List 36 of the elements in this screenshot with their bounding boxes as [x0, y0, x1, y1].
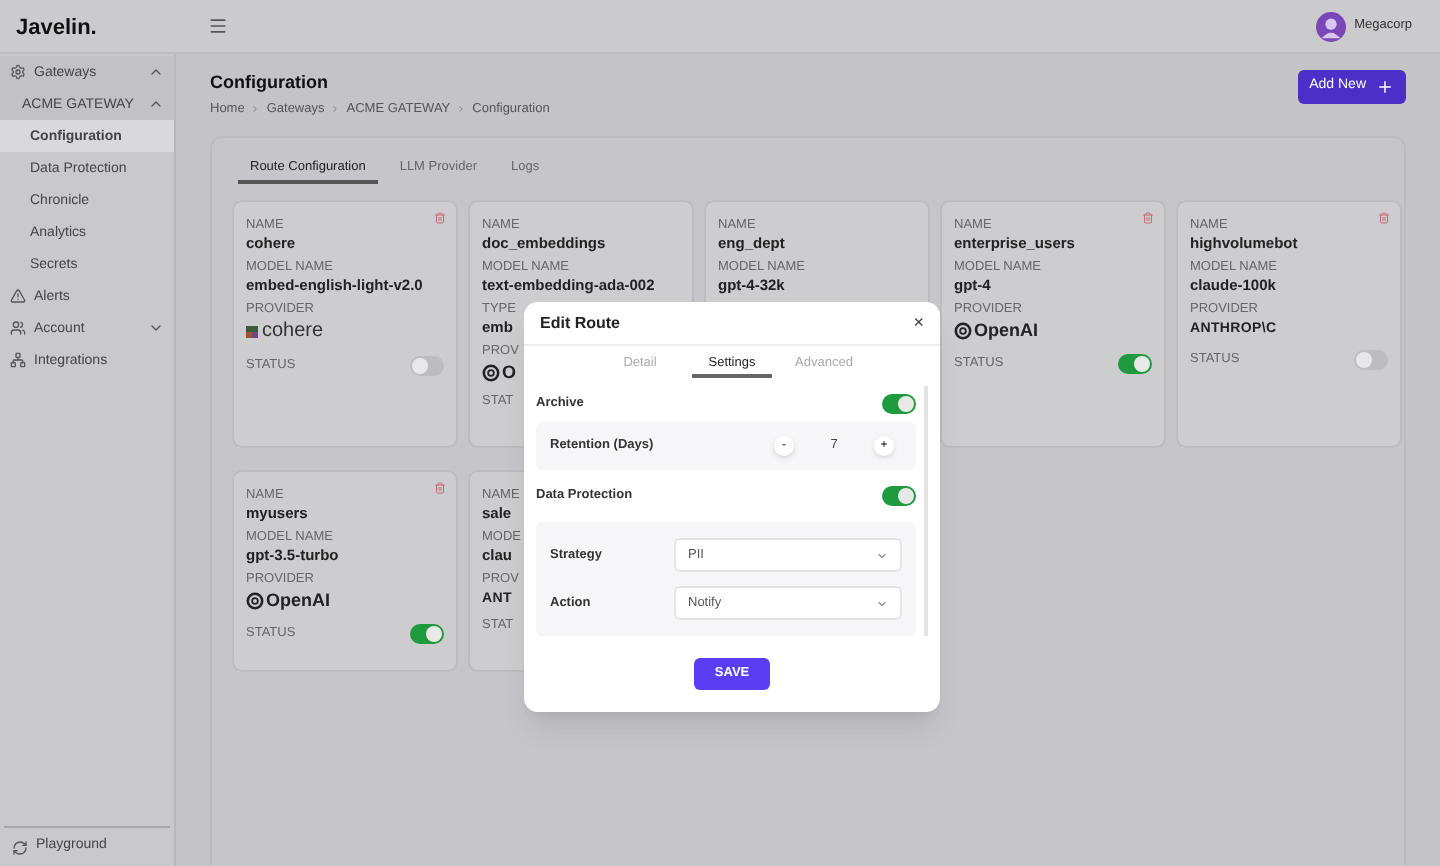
provider-name: OpenAI [266, 592, 331, 611]
provider-name: OpenAI [974, 322, 1039, 341]
provider-name: O [502, 364, 517, 383]
chevron-down-icon [148, 320, 164, 336]
toggle-switch[interactable] [882, 394, 916, 414]
knot-logo-icon [246, 592, 264, 611]
nav-icon [10, 352, 26, 368]
nav-icon [10, 64, 26, 80]
chevron-down-icon [876, 597, 888, 609]
chevron-down-icon [876, 549, 888, 561]
chevron-right-icon [250, 104, 261, 115]
knot-logo-icon [482, 364, 500, 383]
refresh-icon [12, 839, 28, 855]
chevron-right-icon [330, 104, 341, 115]
provider-name: cohere [262, 322, 324, 343]
trash-icon[interactable] [434, 481, 446, 494]
trash-icon[interactable] [1378, 211, 1390, 224]
page-title: Configuration [210, 74, 330, 92]
trash-icon[interactable] [1142, 211, 1154, 224]
dialog-title: Edit Route [540, 311, 620, 335]
toggle-switch[interactable] [882, 486, 916, 506]
toggle-switch[interactable] [1118, 354, 1152, 375]
toggle-switch[interactable] [410, 356, 444, 377]
plus-icon [1376, 78, 1394, 96]
nav-icon [10, 288, 26, 304]
knot-logo-icon [954, 322, 972, 341]
menu-icon[interactable] [208, 16, 228, 36]
close-button[interactable]: × [913, 314, 924, 332]
logo-icon [246, 326, 258, 339]
trash-icon[interactable] [434, 211, 446, 224]
toggle-switch[interactable] [410, 624, 444, 645]
chevron-right-icon [456, 104, 467, 115]
avatar-icon[interactable] [1316, 11, 1347, 41]
nav-icon [10, 320, 26, 336]
toggle-switch[interactable] [1354, 350, 1388, 371]
logo: Javelin. [16, 16, 97, 40]
